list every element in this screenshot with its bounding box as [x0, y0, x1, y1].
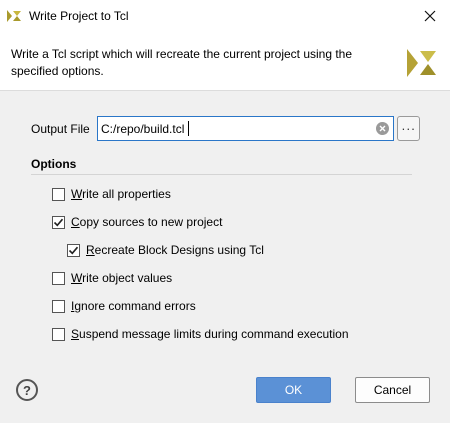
write-object-values-label: Write object values — [71, 271, 173, 285]
write-object-values-checkbox[interactable] — [52, 271, 65, 285]
ignore-command-errors-checkbox[interactable] — [52, 299, 65, 313]
write-all-properties-label: Write all properties — [71, 187, 171, 201]
clear-icon[interactable] — [376, 122, 389, 135]
output-file-label: Output File — [31, 122, 90, 136]
recreate-block-designs-checkbox[interactable] — [67, 243, 80, 257]
suspend-message-limits-checkbox[interactable] — [52, 327, 65, 341]
suspend-message-limits-option[interactable]: Suspend message limits during command ex… — [52, 327, 349, 341]
output-file-input[interactable] — [101, 120, 371, 137]
browse-button[interactable]: ··· — [397, 116, 420, 141]
close-button[interactable] — [410, 0, 450, 32]
title-bar: Write Project to Tcl — [0, 0, 450, 32]
ignore-command-errors-label: Ignore command errors — [71, 299, 196, 313]
ok-button[interactable]: OK — [256, 377, 331, 403]
help-button[interactable]: ? — [16, 379, 38, 401]
write-all-properties-checkbox[interactable] — [52, 187, 65, 201]
close-icon — [424, 10, 436, 22]
window-title: Write Project to Tcl — [29, 9, 129, 23]
write-all-properties-option[interactable]: Write all properties — [52, 187, 171, 201]
copy-sources-option[interactable]: Copy sources to new project — [52, 215, 222, 229]
text-caret — [188, 121, 189, 136]
vivado-logo-icon — [7, 10, 21, 22]
options-title: Options — [31, 157, 77, 171]
vivado-logo-icon — [407, 49, 436, 77]
recreate-block-designs-label: Recreate Block Designs using Tcl — [86, 243, 264, 257]
checkmark-icon — [68, 246, 79, 254]
options-divider — [31, 174, 412, 175]
ignore-command-errors-option[interactable]: Ignore command errors — [52, 299, 196, 313]
copy-sources-checkbox[interactable] — [52, 215, 65, 229]
dialog-header: Write a Tcl script which will recreate t… — [0, 32, 450, 91]
checkmark-icon — [53, 218, 64, 226]
copy-sources-label: Copy sources to new project — [71, 215, 223, 229]
suspend-message-limits-label: Suspend message limits during command ex… — [71, 327, 349, 341]
write-object-values-option[interactable]: Write object values — [52, 271, 172, 285]
recreate-block-designs-option[interactable]: Recreate Block Designs using Tcl — [67, 243, 264, 257]
cancel-button[interactable]: Cancel — [355, 377, 430, 403]
dialog-description: Write a Tcl script which will recreate t… — [11, 47, 353, 78]
output-file-field[interactable] — [97, 116, 394, 141]
